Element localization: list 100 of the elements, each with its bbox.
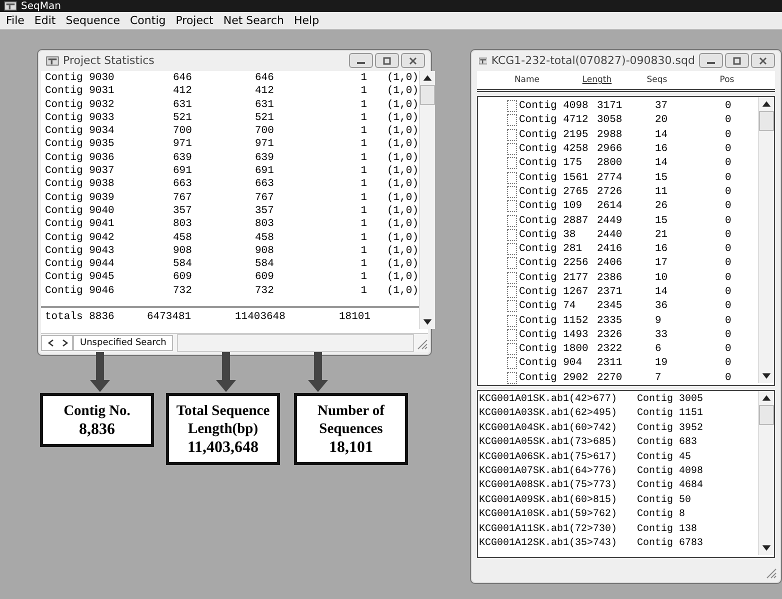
table-cell-text: (1,0) [386, 138, 419, 152]
table-cell-text: 357 [172, 204, 193, 218]
scrollbar[interactable] [418, 71, 435, 329]
table-cell: 0 [725, 228, 732, 241]
table-cell: 0 [725, 243, 732, 256]
menu-item[interactable]: Edit [34, 14, 56, 27]
checkbox[interactable] [507, 357, 517, 370]
checkbox[interactable] [507, 328, 517, 341]
table-cell-text: KCG001A11SK.ab1(72>730) [479, 522, 618, 537]
menu-item[interactable]: File [6, 14, 24, 27]
table-cell-text: 11 [655, 186, 669, 198]
maximize-button[interactable] [725, 53, 749, 68]
column-header[interactable]: Name [514, 75, 540, 85]
table-cell-text: KCG001A05SK.ab1(73>685) [479, 436, 618, 450]
table-cell-text: 1 [360, 192, 367, 205]
checkbox[interactable] [507, 200, 517, 212]
minimize-button[interactable] [699, 53, 723, 68]
table-cell-text: Contig 3005 [637, 393, 704, 407]
table-cell-text: 458 [172, 232, 193, 245]
table-cell-text: 584 [172, 258, 193, 272]
totals-cell-text: totals 8836 [45, 310, 116, 324]
table-cell-text: 19 [655, 357, 669, 370]
checkbox[interactable] [507, 300, 517, 312]
table-cell: 0 [725, 114, 732, 126]
menu-item[interactable]: Sequence [66, 14, 120, 27]
table-cell-text: 691 [254, 165, 275, 178]
table-cell-text: 2726 [597, 186, 624, 198]
scroll-thumb[interactable] [759, 111, 774, 131]
scrollbar[interactable] [758, 97, 774, 383]
table-cell-text: Contig 175 [519, 157, 584, 170]
table-cell: 0 [725, 186, 732, 198]
scroll-thumb[interactable] [759, 405, 774, 425]
chevrons-icon [45, 338, 69, 348]
table-cell-text: Contig 1561 [519, 172, 590, 184]
table-cell-text: 609 [254, 271, 275, 285]
annotation-value: 8,836 [78, 420, 116, 440]
table-cell-text: 2311 [597, 357, 624, 370]
table-cell-text: Contig 1152 [519, 314, 590, 327]
scrollbar[interactable] [758, 391, 774, 555]
close-button[interactable] [751, 53, 775, 68]
menu-item[interactable]: Net Search [223, 14, 284, 27]
table-cell-text: Contig 50 [637, 494, 692, 508]
checkbox[interactable] [507, 100, 517, 112]
close-button[interactable] [401, 53, 425, 68]
checkbox[interactable] [507, 143, 517, 156]
maximize-button[interactable] [375, 53, 399, 68]
menu-item[interactable]: Project [176, 14, 214, 27]
checkbox[interactable] [507, 157, 517, 170]
table-cell-text: 609 [172, 271, 193, 285]
table-cell-text: Contig 9039 [45, 192, 116, 205]
checkbox[interactable] [507, 172, 517, 184]
table-cell-text: (1,0) [386, 72, 419, 85]
table-cell-text: Contig 4712 [519, 114, 590, 126]
table-cell-text: 2326 [597, 328, 624, 341]
checkbox[interactable] [507, 272, 517, 284]
checkbox[interactable] [507, 286, 517, 298]
table-cell-text: Contig 4684 [637, 479, 704, 494]
down-arrow [216, 352, 236, 392]
scrollbar[interactable] [177, 334, 414, 352]
checkbox[interactable] [507, 214, 517, 227]
table-cell-text: 2416 [597, 243, 624, 256]
table-cell-text: (1,0) [386, 192, 419, 205]
table-cell-text: Contig 9030 [45, 72, 116, 85]
checkbox[interactable] [507, 128, 517, 141]
checkbox[interactable] [507, 243, 517, 256]
table-cell: 0 [725, 214, 732, 227]
column-header[interactable]: Seqs [646, 75, 668, 85]
minimize-button[interactable] [349, 53, 373, 68]
checkbox[interactable] [507, 343, 517, 356]
table-cell-text: Contig 683 [637, 436, 698, 450]
column-header[interactable]: Length [582, 75, 612, 85]
table-cell-text: 1 [360, 138, 367, 152]
app-icon [479, 56, 488, 66]
table-cell-text: 971 [254, 138, 275, 152]
menu-item[interactable]: Help [294, 14, 320, 27]
close-icon [757, 56, 769, 64]
table-cell-text: 17 [655, 257, 669, 270]
table-cell-text: Contig 4098 [519, 100, 590, 112]
checkbox[interactable] [507, 186, 517, 198]
checkbox[interactable] [507, 372, 517, 384]
menu-item[interactable]: Contig [130, 14, 166, 27]
table-cell-text: 1 [360, 284, 367, 298]
table-cell-text: KCG001A01SK.ab1(42>677) [479, 393, 618, 407]
table-cell-text: 639 [172, 152, 193, 166]
checkbox[interactable] [507, 314, 517, 327]
checkbox[interactable] [507, 257, 517, 270]
table-cell-text: 20 [655, 114, 669, 126]
tab[interactable]: Unspecified Search [73, 335, 174, 351]
checkbox[interactable] [507, 114, 517, 126]
scroll-thumb[interactable] [420, 85, 435, 105]
annotation-value: 18,101 [328, 438, 374, 458]
table-cell-text: 767 [254, 192, 275, 205]
column-header[interactable]: Pos [720, 75, 734, 85]
checkbox[interactable] [507, 228, 517, 241]
table-cell-text: 2406 [597, 257, 624, 270]
tab-scroll-button[interactable] [41, 335, 73, 351]
table-cell-text: 412 [172, 85, 193, 99]
table-cell-text: Contig 9045 [45, 271, 116, 285]
table-cell-text: Contig 904 [519, 357, 584, 370]
table-cell-text: Contig 9033 [45, 112, 116, 125]
